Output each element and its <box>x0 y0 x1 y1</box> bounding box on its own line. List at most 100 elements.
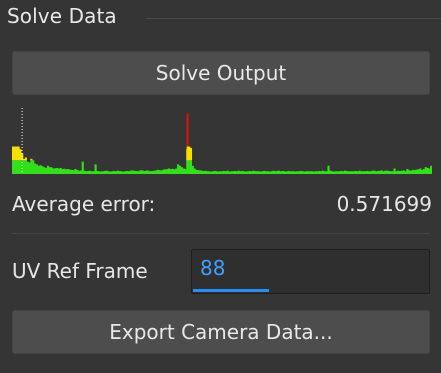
error-bar <box>312 171 315 174</box>
error-bar <box>347 171 350 174</box>
error-bar-yellow <box>13 146 16 161</box>
error-bar <box>303 171 306 174</box>
error-bar <box>52 168 55 174</box>
error-bar <box>96 170 99 174</box>
error-bar <box>320 171 323 174</box>
error-bar <box>356 171 359 174</box>
error-bar <box>406 169 409 174</box>
error-bar <box>164 169 167 174</box>
error-bar <box>340 170 343 174</box>
error-bar <box>153 170 156 174</box>
error-bar <box>409 170 413 174</box>
error-bar <box>107 171 110 174</box>
error-bar <box>24 160 27 174</box>
error-bar <box>222 170 226 174</box>
error-bar <box>81 161 84 174</box>
error-bar <box>266 171 270 174</box>
error-bar <box>65 169 68 174</box>
error-bar <box>360 171 363 174</box>
solve-error-chart-svg <box>12 108 432 174</box>
uv-ref-frame-input[interactable] <box>200 256 400 280</box>
error-bar <box>111 171 114 174</box>
error-bar <box>354 170 358 174</box>
solve-error-chart <box>12 108 432 174</box>
error-bar <box>309 171 312 174</box>
error-bar <box>182 168 185 174</box>
error-bar <box>30 160 33 174</box>
error-bar <box>250 171 253 174</box>
error-bar-yellow <box>30 158 33 161</box>
error-bar <box>272 170 275 174</box>
error-bar <box>244 171 248 174</box>
uv-ref-frame-field[interactable] <box>191 249 430 294</box>
error-bar <box>78 170 81 174</box>
error-bar <box>167 168 171 174</box>
error-bar <box>215 171 218 174</box>
error-bar <box>59 167 62 174</box>
error-bar <box>160 170 163 174</box>
error-bar-yellow <box>19 149 22 161</box>
error-bar-yellow <box>189 147 193 161</box>
error-bar <box>72 170 75 174</box>
error-bar <box>419 168 422 174</box>
error-bar <box>83 170 86 174</box>
error-bar <box>67 169 70 174</box>
error-bar <box>45 167 48 174</box>
error-bar <box>206 171 209 174</box>
error-bar <box>321 170 325 174</box>
error-bar <box>376 170 380 174</box>
error-bar <box>56 167 59 174</box>
error-bar <box>290 171 293 174</box>
error-bar <box>175 168 178 174</box>
error-bar <box>54 168 57 174</box>
error-bar <box>12 160 15 174</box>
error-bar <box>79 170 82 174</box>
error-bar <box>298 171 301 174</box>
error-bar <box>195 169 198 174</box>
error-bar <box>422 169 425 174</box>
error-bar <box>133 170 136 174</box>
error-bar <box>387 170 391 174</box>
error-bar <box>46 165 49 174</box>
export-camera-data-button[interactable]: Export Camera Data... <box>12 310 430 354</box>
error-bar <box>384 170 387 174</box>
error-bar <box>268 171 271 174</box>
error-bar <box>41 166 44 174</box>
error-bar <box>184 169 187 174</box>
solve-output-button[interactable]: Solve Output <box>12 51 430 95</box>
error-bar <box>211 171 215 174</box>
error-bar <box>430 165 432 174</box>
error-bar <box>114 171 117 174</box>
error-bar <box>233 170 237 174</box>
error-bar <box>362 171 365 174</box>
error-bar <box>408 170 411 174</box>
error-bar <box>342 171 345 174</box>
error-bar <box>23 160 26 174</box>
average-error-value: 0.571699 <box>336 192 432 216</box>
section-title: Solve Data <box>7 4 117 28</box>
error-bar <box>85 171 88 174</box>
error-bar <box>92 171 95 174</box>
error-bar <box>48 167 51 174</box>
error-bar <box>140 170 143 174</box>
error-bar <box>35 164 38 174</box>
error-bar-yellow <box>17 146 20 161</box>
error-bar <box>101 171 105 174</box>
error-bar <box>136 171 139 174</box>
error-bar <box>237 170 240 174</box>
error-bar <box>43 167 46 174</box>
error-bar <box>232 171 235 174</box>
error-bar <box>307 171 310 174</box>
error-bar <box>402 170 405 174</box>
error-bar <box>26 161 29 174</box>
error-bar <box>299 170 303 174</box>
error-bar <box>263 170 266 174</box>
error-bar <box>380 170 383 174</box>
error-bar <box>285 171 288 174</box>
error-bar <box>63 168 66 174</box>
error-bar <box>241 170 244 174</box>
error-bar <box>310 171 314 174</box>
error-bar <box>345 170 348 174</box>
error-bar <box>288 171 292 174</box>
error-bar <box>125 170 128 174</box>
